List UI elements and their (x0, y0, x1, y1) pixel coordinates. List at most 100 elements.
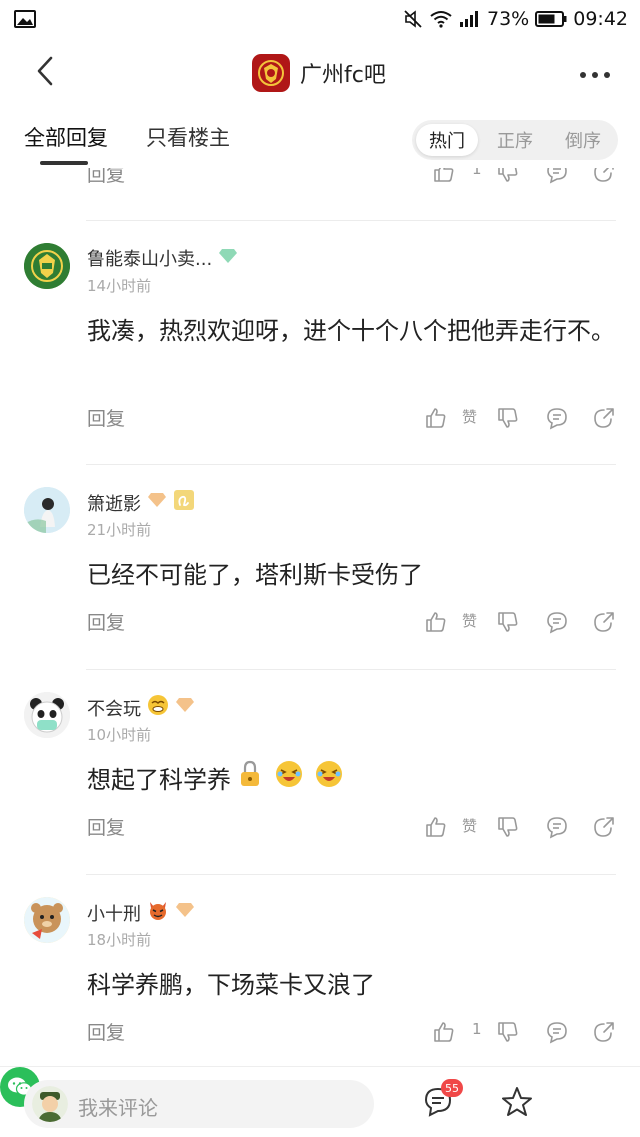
timestamp: 18小时前 (87, 931, 152, 949)
comment-list[interactable]: 回复 1 鲁能泰山小卖... 14小时前 我凑，热烈欢迎呀，进个十个八个把他弄走… (0, 168, 640, 1066)
sort-hot-button[interactable]: 热门 (416, 124, 478, 156)
username-text: 不会玩 (87, 698, 141, 720)
comment-actions: 回复 赞 (0, 813, 640, 843)
avatar[interactable] (24, 243, 70, 289)
comment-item: 箫逝影 21小时前 已经不可能了，塔利斯卡受伤了 回复 赞 (0, 465, 640, 670)
like-label: 赞 (462, 408, 478, 426)
laughing-emoji-icon (275, 760, 303, 800)
level-diamond-icon (147, 492, 167, 513)
comment-bubble-icon[interactable] (545, 815, 569, 839)
reply-button[interactable]: 回复 (87, 608, 125, 635)
like-count: 1 (472, 168, 482, 178)
avatar[interactable] (24, 487, 70, 533)
username[interactable]: 箫逝影 (87, 489, 195, 516)
comment-text: 想起了科学养 (87, 766, 231, 794)
username-text: 小十刑 (87, 903, 141, 925)
thumb-up-icon[interactable] (424, 610, 448, 634)
username-text: 箫逝影 (87, 493, 141, 515)
comment-input[interactable]: 我来评论 (24, 1080, 374, 1128)
share-icon[interactable] (592, 168, 616, 184)
status-bar: 73% 09:42 (0, 0, 640, 38)
tab-op-only[interactable]: 只看楼主 (146, 122, 230, 152)
timestamp: 14小时前 (87, 277, 152, 295)
username[interactable]: 小十刑 (87, 899, 195, 926)
username[interactable]: 鲁能泰山小卖... (87, 245, 238, 271)
timestamp: 10小时前 (87, 726, 152, 744)
emoji-face-icon (147, 694, 169, 721)
comment-text: 我凑，热烈欢迎呀，进个十个八个把他弄走行不。 (87, 317, 615, 345)
forum-title-link[interactable]: 广州fc吧 (252, 52, 386, 94)
wifi-icon (429, 10, 453, 28)
reply-tabs: 全部回复 只看楼主 热门 正序 倒序 (0, 108, 640, 168)
bottom-bar: 我来评论 55 (0, 1066, 640, 1137)
active-tab-indicator (40, 161, 88, 165)
comment-actions: 回复 赞 (0, 404, 640, 434)
signal-icon (459, 10, 481, 28)
username[interactable]: 不会玩 (87, 694, 195, 721)
like-label: 赞 (462, 612, 478, 630)
like-label: 赞 (462, 817, 478, 835)
battery-percent: 73% (487, 8, 530, 30)
chevron-left-icon (35, 56, 55, 90)
thumb-down-icon[interactable] (496, 1020, 520, 1044)
tab-all-replies[interactable]: 全部回复 (24, 122, 108, 152)
comment-text: 科学养鹏，下场菜卡又浪了 (87, 971, 375, 999)
sort-asc-button[interactable]: 正序 (484, 124, 546, 156)
share-icon[interactable] (592, 1020, 616, 1044)
thumb-up-icon[interactable] (432, 168, 456, 184)
comment-actions: 回复 1 (0, 1018, 640, 1048)
thumb-up-icon[interactable] (432, 1020, 456, 1044)
more-button[interactable] (578, 60, 612, 86)
share-icon[interactable] (592, 610, 616, 634)
comment-bubble-icon[interactable] (545, 1020, 569, 1044)
reply-button[interactable]: 回复 (87, 404, 125, 431)
app-screen: 73% 09:42 广州fc吧 全部回复 只看楼主 热门 正序 倒序 回复 1 … (0, 0, 640, 1137)
like-count: 1 (472, 1020, 482, 1038)
thumb-down-icon[interactable] (496, 815, 520, 839)
comment-item: 鲁能泰山小卖... 14小时前 我凑，热烈欢迎呀，进个十个八个把他弄走行不。 回… (0, 221, 640, 430)
user-avatar (32, 1086, 68, 1122)
thumb-up-icon[interactable] (424, 406, 448, 430)
comment-bubble-icon[interactable] (545, 168, 569, 184)
thumb-down-icon[interactable] (496, 610, 520, 634)
forum-name: 广州fc吧 (300, 63, 386, 88)
battery-icon (535, 10, 567, 28)
level-diamond-icon (175, 697, 195, 718)
level-diamond-icon (218, 248, 238, 269)
lock-emoji-icon (239, 760, 261, 800)
reply-button[interactable]: 回复 (87, 813, 125, 840)
comment-text: 已经不可能了，塔利斯卡受伤了 (87, 561, 423, 589)
comment-count-badge: 55 (441, 1079, 463, 1097)
comment-bubble-icon[interactable] (545, 610, 569, 634)
comment-actions: 回复 赞 (0, 608, 640, 638)
back-button[interactable] (28, 56, 62, 90)
username-text: 鲁能泰山小卖... (87, 249, 213, 270)
star-icon[interactable] (500, 1085, 536, 1121)
more-dots-icon (579, 64, 611, 83)
laughing-emoji-icon (315, 760, 343, 800)
comment-item: 小十刑 18小时前 科学养鹏，下场菜卡又浪了 回复 1 (0, 875, 640, 1066)
devil-emoji-icon (147, 899, 169, 926)
navbar: 广州fc吧 (0, 38, 640, 108)
forum-logo-icon (252, 54, 290, 92)
avatar[interactable] (24, 692, 70, 738)
reply-button[interactable]: 回复 (87, 168, 125, 187)
comment-bubble-icon[interactable] (545, 406, 569, 430)
mute-icon (403, 9, 423, 29)
timestamp: 21小时前 (87, 521, 152, 539)
level-diamond-icon (175, 902, 195, 923)
share-icon[interactable] (592, 406, 616, 430)
sort-toggle: 热门 正序 倒序 (412, 120, 618, 160)
clock-time: 09:42 (573, 8, 628, 30)
avatar[interactable] (24, 897, 70, 943)
thumb-down-icon[interactable] (496, 168, 520, 184)
share-icon[interactable] (592, 815, 616, 839)
thumb-down-icon[interactable] (496, 406, 520, 430)
sort-desc-button[interactable]: 倒序 (552, 124, 614, 156)
image-icon (14, 10, 36, 28)
comment-placeholder: 我来评论 (78, 1096, 158, 1120)
thumb-up-icon[interactable] (424, 815, 448, 839)
reply-button[interactable]: 回复 (87, 1018, 125, 1045)
partial-comment-actions: 回复 1 (0, 168, 640, 200)
zodiac-leo-icon (173, 489, 195, 516)
